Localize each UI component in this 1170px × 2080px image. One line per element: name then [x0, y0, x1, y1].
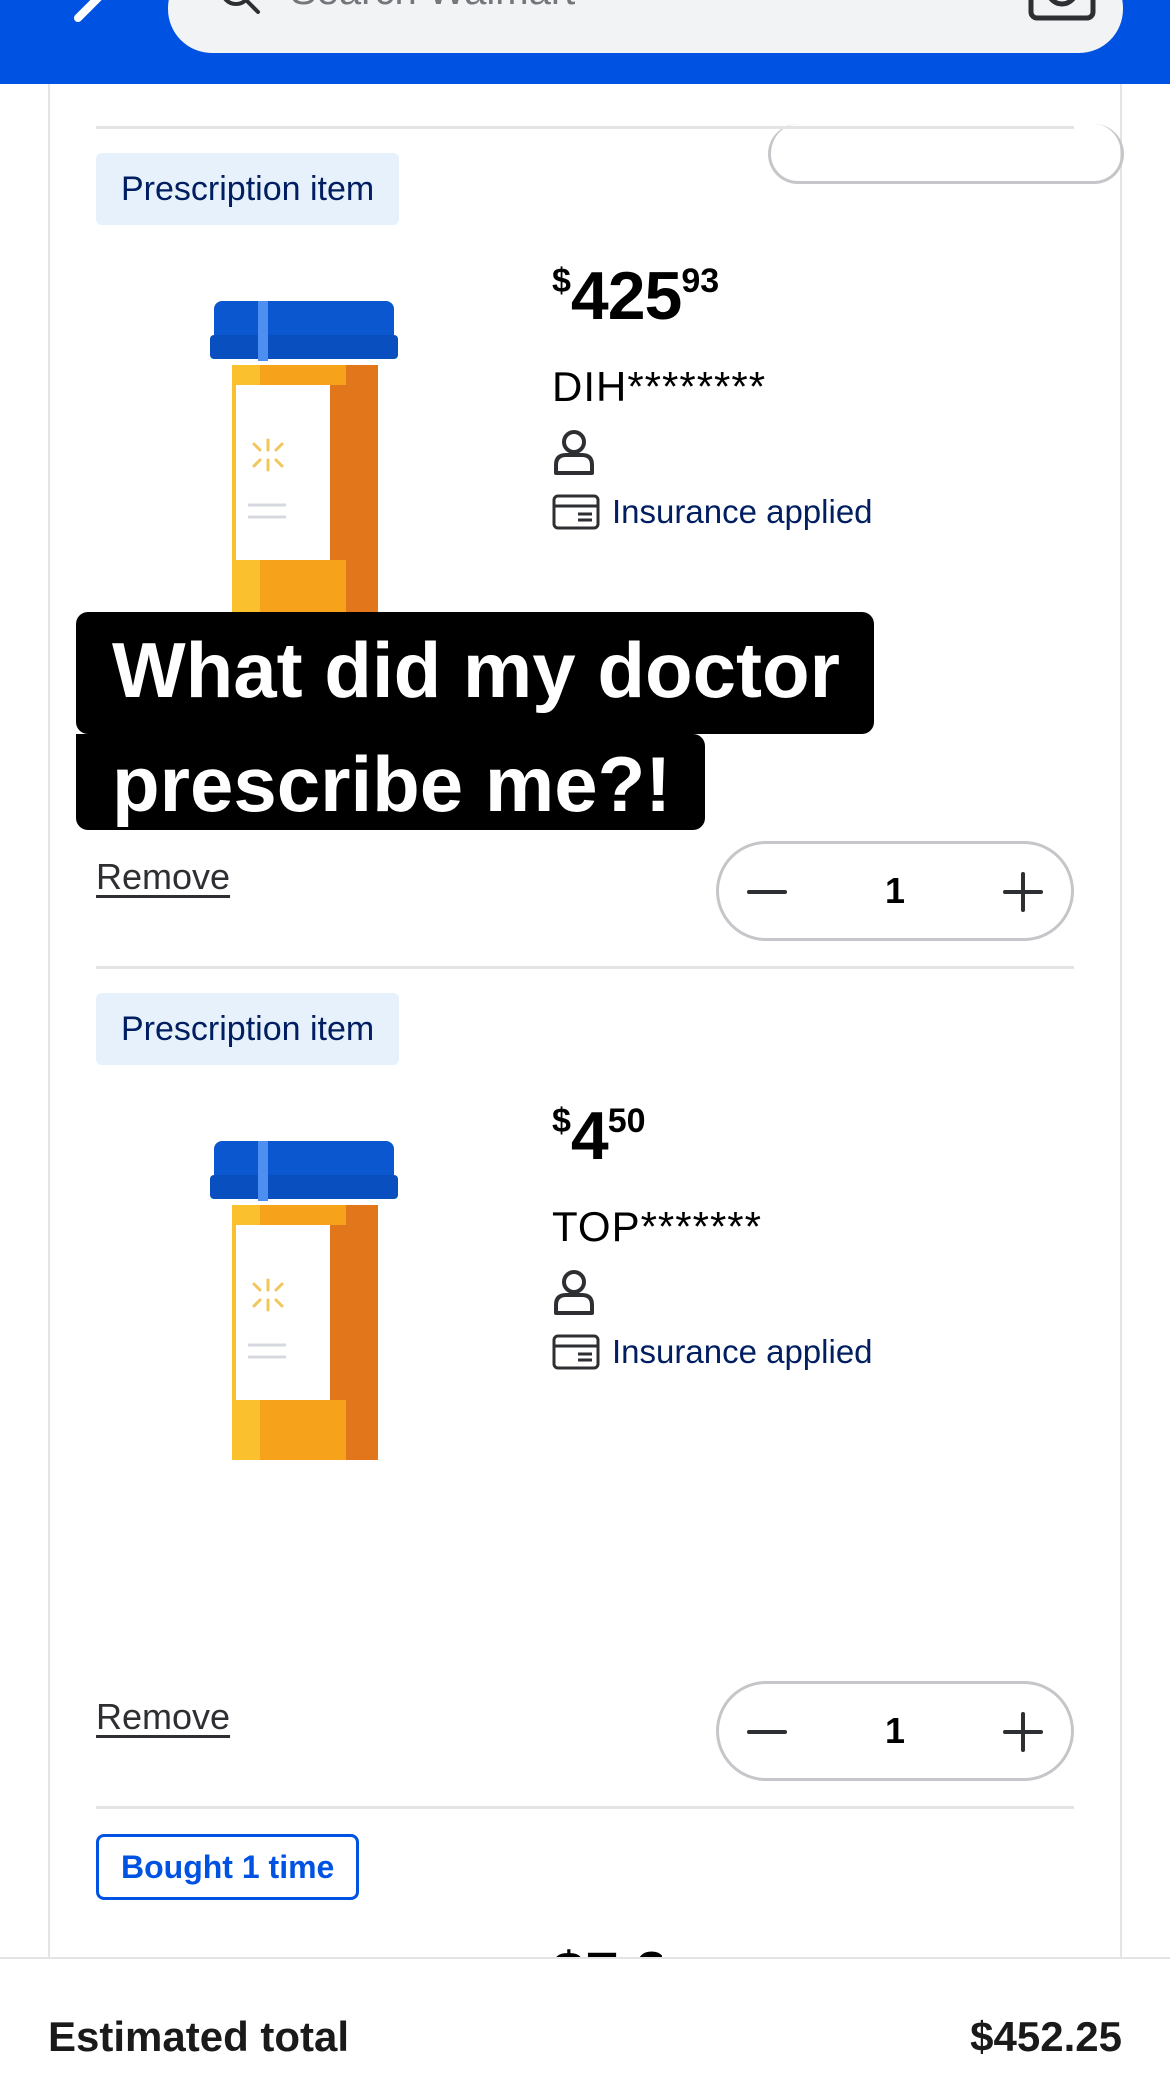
- insurance-text: Insurance applied: [612, 493, 873, 530]
- plus-icon[interactable]: [995, 864, 1051, 920]
- caption-line-1: What did my doctor: [76, 612, 874, 734]
- pill-bottle-image: [210, 1141, 398, 1460]
- drug-name: TOP*******: [552, 1203, 762, 1250]
- insurance-card-icon: [552, 494, 600, 530]
- estimated-total-label: Estimated total: [48, 2013, 350, 2060]
- divider: [96, 966, 1074, 969]
- drug-name: DIH********: [552, 363, 767, 410]
- insurance-card-icon: [552, 1334, 600, 1370]
- top-header: Search Walmart: [0, 0, 1170, 84]
- search-placeholder: Search Walmart: [290, 0, 575, 16]
- remove-link[interactable]: Remove: [96, 856, 230, 898]
- chevron-left-icon[interactable]: [52, 0, 132, 40]
- insurance-applied: Insurance applied: [552, 492, 873, 532]
- estimated-total-bar: Estimated total $452.25: [0, 1957, 1170, 2080]
- camera-icon[interactable]: [1027, 0, 1097, 24]
- divider: [96, 1806, 1074, 1809]
- quantity-stepper[interactable]: 1: [716, 841, 1074, 941]
- item-price: $450: [552, 1098, 646, 1174]
- divider: [96, 126, 1074, 129]
- bought-count-badge: Bought 1 time: [96, 1834, 360, 1900]
- prescription-badge: Prescription item: [96, 993, 400, 1065]
- person-icon: [554, 430, 594, 475]
- item-price: $42593: [552, 258, 720, 334]
- video-caption: What did my doctor prescribe me?!: [76, 612, 874, 830]
- insurance-text: Insurance applied: [612, 1333, 873, 1370]
- previous-quantity-stepper[interactable]: [768, 124, 1124, 184]
- search-icon: [223, 0, 260, 14]
- plus-icon[interactable]: [995, 1704, 1051, 1760]
- person-icon: [554, 1270, 594, 1315]
- caption-line-2: prescribe me?!: [76, 734, 706, 830]
- estimated-total-value: $452.25: [970, 2013, 1122, 2060]
- search-input[interactable]: Search Walmart: [168, 0, 1123, 53]
- remove-link[interactable]: Remove: [96, 1696, 230, 1738]
- insurance-applied: Insurance applied: [552, 1332, 873, 1372]
- pill-bottle-image: [210, 301, 398, 620]
- quantity-stepper[interactable]: 1: [716, 1681, 1074, 1781]
- prescription-badge: Prescription item: [96, 153, 400, 225]
